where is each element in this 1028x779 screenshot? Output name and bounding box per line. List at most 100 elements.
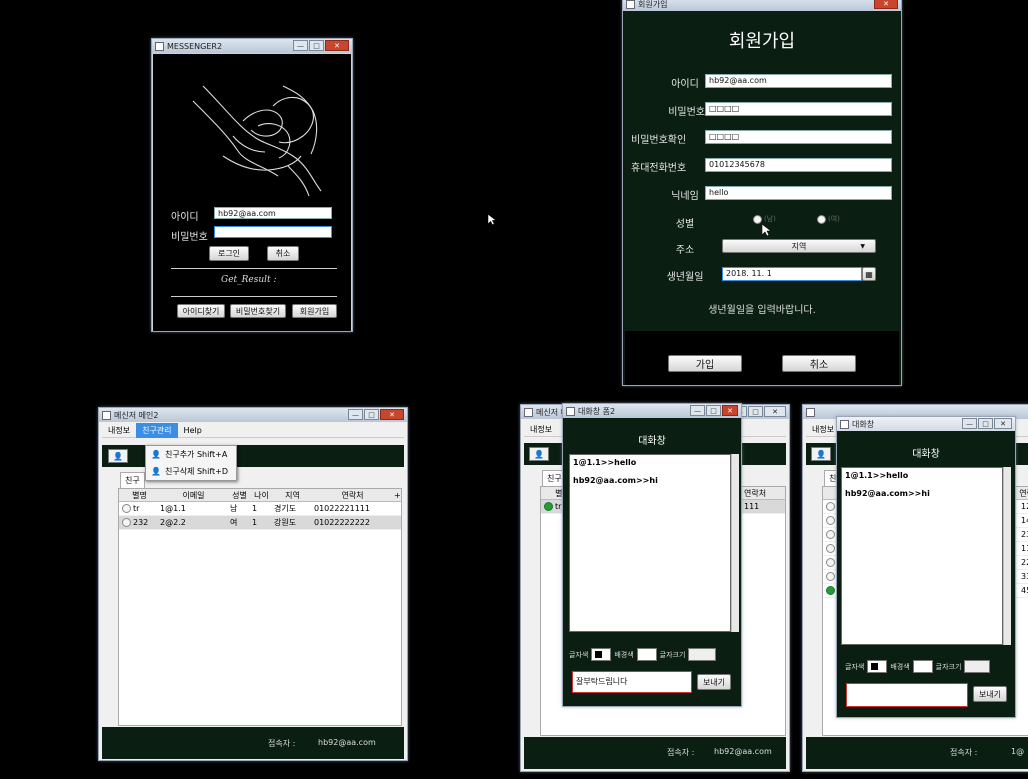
- col-age[interactable]: 나이: [249, 490, 271, 501]
- font-color-label: 글자색: [569, 650, 589, 659]
- signup-cancel-button[interactable]: 취소: [782, 355, 856, 372]
- tab-friends[interactable]: 친구: [120, 472, 145, 488]
- maximize-button[interactable]: □: [364, 409, 379, 420]
- person-icon[interactable]: 👤: [529, 447, 549, 461]
- tab-friends-label: 친구: [547, 474, 562, 483]
- find-password-button[interactable]: 비밀번호찾기: [230, 304, 286, 318]
- chat2-send-button[interactable]: 보내기: [973, 686, 1007, 702]
- col-gender[interactable]: 성별: [227, 490, 249, 501]
- close-button[interactable]: ✕: [722, 405, 738, 416]
- signup-pwconfirm-input[interactable]: □□□□: [705, 130, 892, 144]
- cell-phone: 01022221111: [314, 504, 370, 513]
- col-region[interactable]: 지역: [271, 490, 311, 501]
- minimize-button[interactable]: —: [293, 40, 308, 51]
- cell-phone: 23: [1021, 530, 1028, 539]
- chat2-message-input[interactable]: [846, 683, 968, 707]
- chat1-send-button[interactable]: 보내기: [697, 674, 731, 690]
- birth-date-input[interactable]: 2018. 11. 1: [722, 267, 862, 281]
- menu-item-add-friend[interactable]: 👤 친구추가 Shift+A: [146, 446, 236, 463]
- status-dot-icon: [826, 516, 835, 525]
- login-window: MESSENGER2 — □ ✕ 아이디 hb92@aa.com 비밀번호 로그인 …: [151, 38, 353, 332]
- table-row[interactable]: tr 1@1.1 남 1 경기도 01022221111: [119, 502, 401, 516]
- menu-myinfo[interactable]: 내정보: [102, 423, 136, 438]
- chat2-message-area[interactable]: 1@1.1>>hello hb92@aa.com>>hi: [841, 467, 1003, 645]
- bg-color-picker[interactable]: [912, 660, 933, 673]
- cell-phone: 45: [1021, 586, 1028, 595]
- minimize-button[interactable]: —: [690, 405, 705, 416]
- chat1-message-area[interactable]: 1@1.1>>hello hb92@aa.com>>hi: [569, 454, 731, 632]
- chat1-message-input[interactable]: 잘부탁드립니다: [572, 671, 692, 693]
- maximize-button[interactable]: □: [309, 40, 324, 51]
- cell-phone: 33-: [1021, 572, 1028, 581]
- signup-nickname-input[interactable]: hello: [705, 186, 892, 200]
- cell-phone: 12: [1021, 502, 1028, 511]
- close-button[interactable]: ✕: [994, 418, 1012, 429]
- scrollbar[interactable]: [1003, 467, 1011, 645]
- scrollbar[interactable]: [731, 454, 739, 632]
- close-button[interactable]: ✕: [874, 0, 898, 9]
- signup-pw-input[interactable]: □□□□: [705, 102, 892, 116]
- signup-title: 회원가입: [638, 0, 668, 9]
- password-input[interactable]: [214, 226, 332, 238]
- menu-friends[interactable]: 친구관리: [136, 422, 178, 438]
- join-button[interactable]: 가입: [668, 355, 742, 372]
- person-icon[interactable]: 👤: [108, 449, 128, 463]
- maximize-button[interactable]: □: [706, 405, 721, 416]
- minimize-button[interactable]: —: [962, 418, 977, 429]
- maximize-button[interactable]: □: [748, 406, 763, 417]
- table-row[interactable]: 232 2@2.2 여 1 강원도 01022222222: [119, 516, 401, 530]
- font-color-picker[interactable]: [867, 660, 888, 673]
- address-select[interactable]: 지역 ▼: [722, 239, 876, 253]
- font-color-label: 글자색: [845, 662, 865, 671]
- cell-phone: 11-: [1021, 544, 1028, 553]
- login-titlebar: MESSENGER2 — □ ✕: [152, 39, 352, 53]
- close-button[interactable]: ✕: [380, 409, 404, 420]
- id-input[interactable]: hb92@aa.com: [214, 207, 332, 219]
- chevron-down-icon: ▼: [860, 242, 865, 250]
- signup-birth-label: 생년월일: [666, 272, 704, 283]
- add-friend-icon: 👤: [151, 450, 161, 459]
- font-size-select[interactable]: [688, 648, 717, 661]
- login-title: MESSENGER2: [167, 41, 223, 51]
- column-menu-icon[interactable]: +: [391, 491, 401, 500]
- font-size-select[interactable]: [964, 660, 991, 673]
- cell-age: 1: [252, 504, 258, 513]
- col-nickname[interactable]: 별명: [119, 490, 157, 501]
- signup-phone-input[interactable]: 01012345678: [705, 158, 892, 172]
- signup-titlebar: 회원가입 ✕: [623, 0, 901, 11]
- bg-color-picker[interactable]: [636, 648, 657, 661]
- calendar-button[interactable]: ▦: [862, 267, 876, 281]
- cancel-button[interactable]: 취소: [267, 246, 299, 261]
- signup-pwconfirm-label: 비밀번호확인: [631, 135, 687, 146]
- close-button[interactable]: ✕: [764, 406, 786, 417]
- status-dot-icon: [826, 558, 835, 567]
- bg-color-label: 배경색: [890, 662, 910, 671]
- col-email[interactable]: 이메일: [157, 490, 227, 501]
- signup-button[interactable]: 회원가입: [292, 304, 337, 318]
- close-button[interactable]: ✕: [325, 40, 349, 51]
- status-dot-icon: [122, 504, 131, 513]
- friends-dropdown-menu: 👤 친구추가 Shift+A 👤 친구삭제 Shift+D: [145, 445, 237, 481]
- status-dot-icon: [826, 530, 835, 539]
- cell-region: 강원도: [274, 518, 297, 527]
- menu-help[interactable]: Help: [178, 424, 208, 437]
- cell-email: 1@1.1: [160, 504, 186, 513]
- menu-myinfo[interactable]: 내정보: [524, 422, 558, 437]
- login-button[interactable]: 로그인: [209, 246, 249, 261]
- signup-id-input[interactable]: hb92@aa.com: [705, 74, 892, 88]
- result-text: Get_Result :: [221, 275, 277, 285]
- gender-male-radio[interactable]: (남): [753, 214, 776, 224]
- font-color-picker[interactable]: [591, 648, 612, 661]
- col-phone[interactable]: 연락처: [311, 490, 391, 501]
- gender-female-radio[interactable]: (여): [817, 214, 840, 224]
- menu-myinfo[interactable]: 내정보: [806, 422, 840, 437]
- menu-bar: 내정보 친구관리 Help: [102, 422, 404, 438]
- minimize-button[interactable]: —: [348, 409, 363, 420]
- person-icon[interactable]: 👤: [811, 447, 831, 461]
- col-phone[interactable]: 연락: [1016, 488, 1028, 499]
- menu-item-delete-friend[interactable]: 👤 친구삭제 Shift+D: [146, 463, 236, 480]
- col-phone[interactable]: 연락처: [741, 488, 781, 499]
- maximize-button[interactable]: □: [978, 418, 993, 429]
- cell-nickname: tr: [133, 504, 140, 513]
- find-id-button[interactable]: 아이디찾기: [177, 304, 225, 318]
